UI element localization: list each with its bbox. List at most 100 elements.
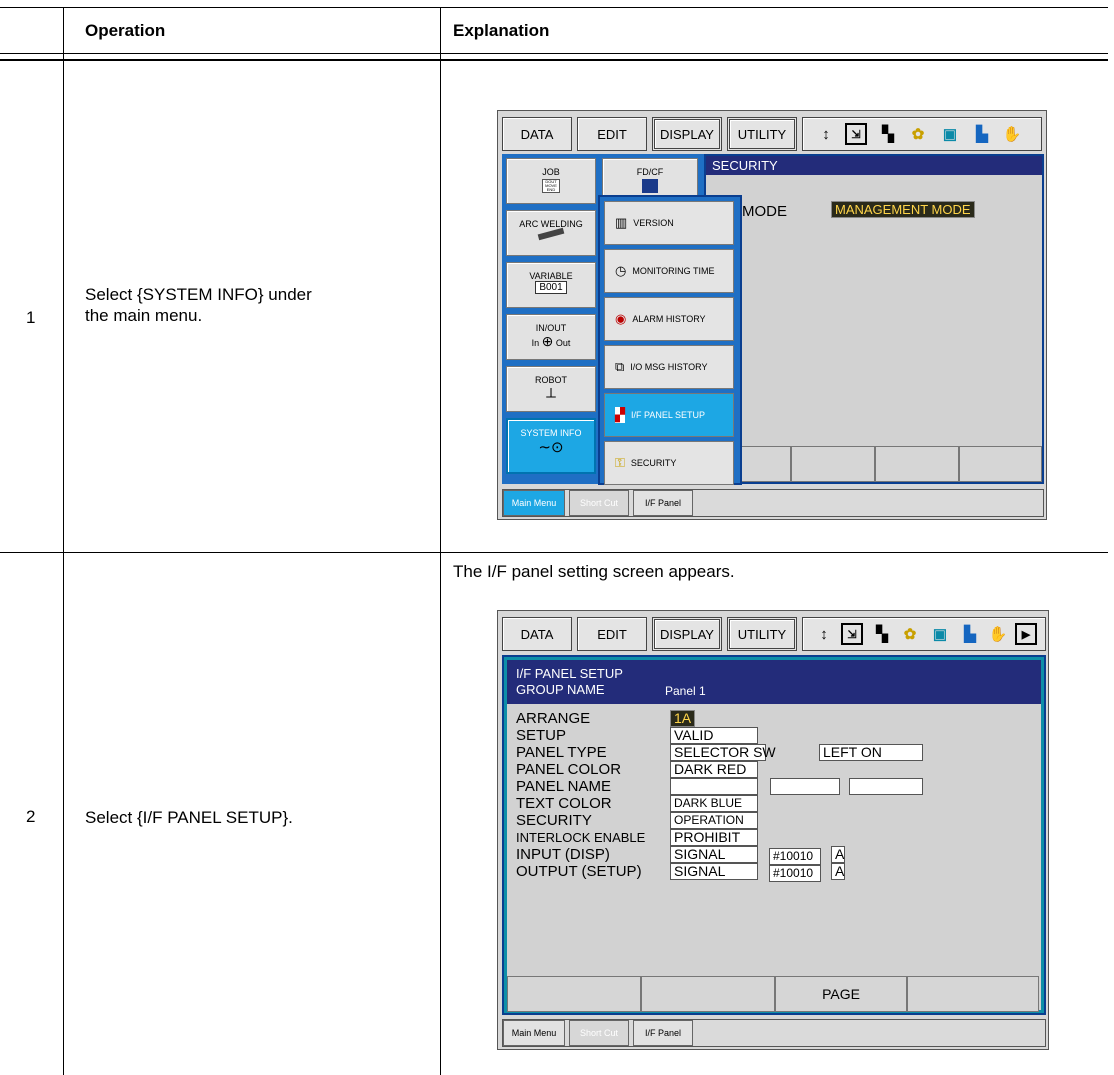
robot-axis-icon: ↕	[820, 625, 828, 643]
fkey-1[interactable]	[507, 976, 641, 1012]
menu-edit[interactable]: EDIT	[577, 117, 647, 151]
system-info-icon: ∼⊙	[538, 439, 564, 456]
field-input-signal-number[interactable]: #10010	[769, 848, 821, 865]
field-arrange-value[interactable]: 1A	[670, 710, 696, 727]
step-2-explanation: The I/F panel setting screen appears.	[453, 562, 735, 581]
page-arrow-icon[interactable]: ▶	[1015, 623, 1037, 645]
pendant-screen-1: DATA EDIT DISPLAY UTILITY ↕ ⇲ ▚ ✿ ▣ ▙ ✋ …	[497, 110, 1047, 520]
field-arrange-label: ARRANGE	[516, 710, 591, 727]
field-panel-type-value2[interactable]: LEFT ON	[819, 744, 923, 761]
speed-icon: ▚	[882, 126, 894, 143]
menu-data[interactable]: DATA	[502, 617, 572, 651]
table-top-rule	[0, 7, 1108, 8]
step-1-number: 1	[26, 308, 36, 327]
submenu-monitoring-time[interactable]: ◷ MONITORING TIME	[604, 249, 734, 293]
field-panel-type-label: PANEL TYPE	[516, 744, 607, 761]
hand-icon: ✋	[1002, 126, 1022, 143]
floppy-icon	[642, 179, 658, 193]
fkey-page[interactable]: PAGE	[775, 976, 907, 1012]
submenu-alarm-history[interactable]: ◉ ALARM HISTORY	[604, 297, 734, 341]
field-text-color-value[interactable]: DARK BLUE	[670, 795, 758, 812]
bottom-bar: Main Menu Short Cut I/F Panel	[502, 489, 1044, 517]
field-panel-type-value[interactable]: SELECTOR SW	[670, 744, 776, 761]
field-setup-label: SETUP	[516, 727, 567, 744]
window-title: I/F PANEL SETUP	[516, 666, 623, 681]
main-menu-job[interactable]: JOB DOUT MOVE END	[506, 158, 596, 204]
job-icon: DOUT MOVE END	[542, 179, 560, 193]
mode-value[interactable]: MANAGEMENT MODE	[831, 201, 975, 218]
submenu-io-msg-history[interactable]: ⧉ I/O MSG HISTORY	[604, 345, 734, 389]
field-security-value[interactable]: OPERATION	[670, 812, 758, 829]
field-text-color-label: TEXT COLOR	[516, 795, 612, 812]
menu-display[interactable]: DISPLAY	[652, 617, 722, 651]
security-window: SECURITY MODE MANAGEMENT MODE	[704, 154, 1044, 484]
field-interlock-value[interactable]: PROHIBIT	[670, 829, 758, 846]
if-panel-button[interactable]: I/F Panel	[633, 490, 693, 516]
fkey-2[interactable]	[791, 446, 875, 482]
play-icon: ▣	[932, 626, 948, 643]
edit-icon: ▙	[976, 126, 988, 143]
field-security-label: SECURITY	[516, 812, 592, 829]
fkey-4[interactable]	[959, 446, 1042, 482]
fkey-3[interactable]	[875, 446, 959, 482]
menu-utility[interactable]: UTILITY	[727, 117, 797, 151]
step-1-operation: Select {SYSTEM INFO} under the main menu…	[85, 285, 312, 325]
fkey-2[interactable]	[641, 976, 775, 1012]
main-menu-in-out[interactable]: IN/OUT In ⊕ Out	[506, 314, 596, 360]
short-cut-button[interactable]: Short Cut	[569, 490, 629, 516]
field-input-label: INPUT (DISP)	[516, 846, 610, 863]
submenu-if-panel-setup[interactable]: ▞ I/F PANEL SETUP	[604, 393, 734, 437]
io-icon: ⊕	[541, 333, 554, 349]
status-icon-bar: ↕ ⇲ ▚ ✿ ▣ ▙ ✋	[802, 117, 1042, 151]
coordinate-icon: ⇲	[841, 623, 863, 645]
edit-icon: ▙	[964, 626, 976, 643]
main-menu-variable[interactable]: VARIABLE B001	[506, 262, 596, 308]
field-output-signal-number[interactable]: #10010	[769, 865, 821, 882]
robot-icon: ⟂	[545, 385, 556, 402]
window-header: I/F PANEL SETUP GROUP NAME Panel 1	[507, 660, 1041, 704]
field-panel-name-value-2[interactable]	[770, 778, 840, 795]
fkey-4[interactable]	[907, 976, 1039, 1012]
if-panel-button[interactable]: I/F Panel	[633, 1020, 693, 1046]
col-divider-1	[63, 7, 64, 1075]
pendant-screen-2: DATA EDIT DISPLAY UTILITY ↕ ⇲ ▚ ✿ ▣ ▙ ✋ …	[497, 610, 1049, 1050]
field-output-signal-type[interactable]: A	[831, 863, 845, 880]
speed-icon: ▚	[876, 626, 888, 643]
operation-header: Operation	[85, 21, 166, 40]
field-panel-name-value-1[interactable]	[670, 778, 758, 795]
main-menu-arc-welding[interactable]: ARC WELDING	[506, 210, 596, 256]
menu-data[interactable]: DATA	[502, 117, 572, 151]
main-menu-system-info[interactable]: SYSTEM INFO ∼⊙	[506, 418, 596, 474]
panel-icon: ▞	[615, 407, 625, 423]
main-menu-button[interactable]: Main Menu	[503, 1020, 565, 1046]
short-cut-button[interactable]: Short Cut	[569, 1020, 629, 1046]
step-2-number: 2	[26, 807, 36, 826]
field-setup-value[interactable]: VALID	[670, 727, 758, 744]
field-panel-name-value-3[interactable]	[849, 778, 923, 795]
main-menu-button[interactable]: Main Menu	[503, 490, 565, 516]
menu-edit[interactable]: EDIT	[577, 617, 647, 651]
main-menu-robot[interactable]: ROBOT ⟂	[506, 366, 596, 412]
field-interlock-label: INTERLOCK ENABLE	[516, 830, 646, 845]
alarm-icon: ◉	[615, 311, 627, 326]
field-output-label: OUTPUT (SETUP)	[516, 863, 642, 880]
field-input-signal-type[interactable]: A	[831, 846, 845, 863]
field-output-value[interactable]: SIGNAL	[670, 863, 758, 880]
submenu-security[interactable]: ⚿ SECURITY	[604, 441, 734, 485]
bottom-bar: Main Menu Short Cut I/F Panel	[502, 1019, 1046, 1047]
security-icon: ✿	[903, 626, 917, 643]
field-input-value[interactable]: SIGNAL	[670, 846, 758, 863]
menu-display[interactable]: DISPLAY	[652, 117, 722, 151]
menu-utility[interactable]: UTILITY	[727, 617, 797, 651]
security-icon: ✿	[911, 126, 925, 143]
header-rule-2	[0, 59, 1108, 61]
in-label: In	[531, 338, 540, 348]
robot-axis-icon: ↕	[822, 125, 830, 143]
field-panel-color-value[interactable]: DARK RED	[670, 761, 758, 778]
io-msg-icon: ⧉	[615, 359, 625, 374]
hand-icon: ✋	[988, 626, 1008, 643]
submenu-version[interactable]: ▥ VERSION	[604, 201, 734, 245]
key-icon: ⚿	[615, 455, 625, 470]
window-title: SECURITY	[706, 156, 1042, 175]
group-name-value: Panel 1	[665, 684, 706, 698]
